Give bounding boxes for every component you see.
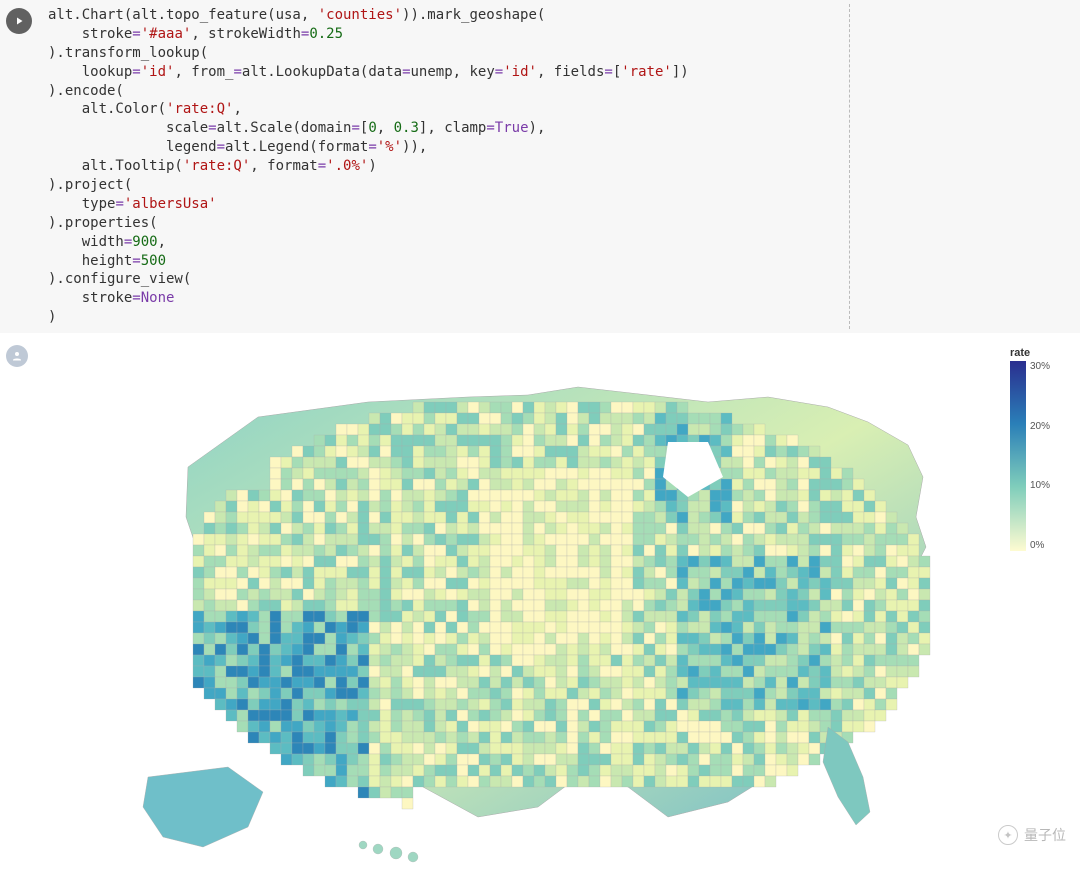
- wechat-icon: ✦: [998, 825, 1018, 845]
- color-legend: rate 30% 20% 10% 0%: [1010, 347, 1066, 551]
- code-editor[interactable]: alt.Chart(alt.topo_feature(usa, 'countie…: [48, 6, 1070, 327]
- legend-title: rate: [1010, 347, 1066, 359]
- map-hawaii: [359, 841, 418, 862]
- legend-tick: 30%: [1030, 361, 1050, 372]
- play-icon: [13, 15, 25, 27]
- watermark: ✦ 量子位: [998, 825, 1066, 845]
- output-cell: rate 30% 20% 10% 0%: [0, 333, 1080, 871]
- code-cell[interactable]: alt.Chart(alt.topo_feature(usa, 'countie…: [0, 0, 1080, 333]
- run-button[interactable]: [6, 8, 32, 34]
- legend-tick: 10%: [1030, 480, 1050, 491]
- notebook: alt.Chart(alt.topo_feature(usa, 'countie…: [0, 0, 1080, 871]
- legend-tick: 20%: [1030, 421, 1050, 432]
- person-icon: [11, 350, 23, 362]
- map-florida: [823, 727, 870, 825]
- chart-output: rate 30% 20% 10% 0%: [48, 341, 1070, 871]
- map-alaska: [143, 767, 263, 847]
- ruler-line: [849, 4, 850, 329]
- cell-gutter: [6, 6, 48, 327]
- output-gutter: [6, 341, 48, 871]
- legend-tick: 0%: [1030, 540, 1050, 551]
- map-county-mosaic: [193, 402, 930, 809]
- legend-ticks: 30% 20% 10% 0%: [1026, 361, 1050, 551]
- legend-gradient-bar: [1010, 361, 1026, 551]
- output-indicator-icon: [6, 345, 28, 367]
- usa-choropleth-map: [108, 347, 978, 867]
- watermark-text: 量子位: [1024, 825, 1066, 845]
